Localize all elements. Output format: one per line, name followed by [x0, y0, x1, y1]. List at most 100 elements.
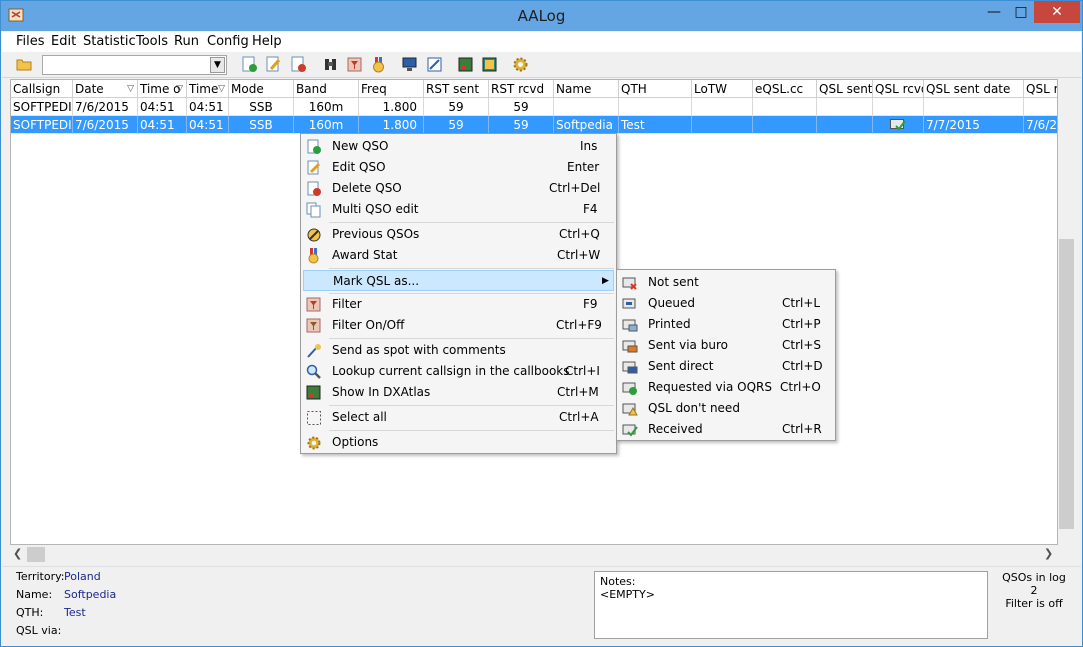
cell-freq: 1.800 [359, 98, 424, 116]
award-icon[interactable] [370, 56, 387, 73]
column-header[interactable]: QTH [619, 80, 692, 98]
cell-eqsl [753, 116, 817, 134]
new-qso-icon[interactable] [241, 56, 258, 73]
chevron-right-icon: ▶ [602, 276, 609, 286]
menu-help[interactable]: Help [252, 34, 282, 49]
menu-separator [329, 268, 614, 269]
column-header[interactable]: Time o ▽ [138, 80, 187, 98]
column-header[interactable]: QSL rcvd [873, 80, 924, 98]
filter-icon [306, 297, 321, 312]
menu-tools[interactable]: Tools [136, 34, 168, 49]
menu-item-show-dxatlas[interactable]: Show In DXAtlas Ctrl+M [303, 382, 614, 403]
chevron-down-icon[interactable]: ▼ [210, 57, 225, 73]
menu-item-filter[interactable]: Filter F9 [303, 294, 614, 315]
menu-item-options[interactable]: Options [303, 432, 614, 453]
table-row[interactable]: SOFTPEDIA 7/6/2015 04:51 04:51 SSB 160m … [11, 98, 1057, 116]
lookup-icon [306, 364, 321, 379]
notes-box[interactable]: Notes: <EMPTY> [594, 571, 988, 639]
menu-item-filter-toggle[interactable]: Filter On/Off Ctrl+F9 [303, 315, 614, 336]
column-header[interactable]: RST rcvd [489, 80, 554, 98]
menu-item-shortcut: Ctrl+P [782, 317, 821, 331]
filter-icon[interactable] [346, 56, 363, 73]
submenu-item-printed[interactable]: Printed Ctrl+P [619, 314, 833, 335]
menu-config[interactable]: Config [207, 34, 249, 49]
cell-callsign: SOFTPEDIA [11, 116, 73, 134]
search-log-icon[interactable] [322, 56, 339, 73]
spot-icon [307, 344, 321, 358]
submenu-item-sent-direct[interactable]: Sent direct Ctrl+D [619, 356, 833, 377]
chevron-left-icon[interactable]: ❮ [13, 547, 22, 560]
menu-item-edit-qso[interactable]: Edit QSO Enter [303, 157, 614, 178]
table-row-selected[interactable]: SOFTPEDIA 7/6/2015 04:51 04:51 SSB 160m … [11, 116, 1057, 134]
menu-item-label: Queued [648, 296, 696, 310]
open-folder-icon[interactable] [16, 56, 33, 73]
submenu-item-not-needed[interactable]: QSL don't need [619, 398, 833, 419]
menu-item-label: Select all [332, 410, 387, 424]
chevron-right-icon[interactable]: ❯ [1044, 547, 1053, 560]
monitor-icon[interactable] [401, 56, 418, 73]
qsos-count: 2 [1030, 584, 1038, 597]
menu-item-label: Lookup current callsign in the callbooks [332, 364, 570, 378]
column-header[interactable]: RST sent [424, 80, 489, 98]
column-header[interactable]: Mode [229, 80, 294, 98]
submenu-item-requested-oqrs[interactable]: Requested via OQRS Ctrl+O [619, 377, 833, 398]
minimize-button[interactable]: — [980, 1, 1008, 23]
delete-qso-icon[interactable] [290, 56, 307, 73]
menu-item-label: New QSO [332, 139, 389, 153]
options-icon[interactable] [512, 56, 529, 73]
column-header[interactable]: Date ▽ [73, 80, 138, 98]
menu-item-award-stat[interactable]: Award Stat Ctrl+W [303, 245, 614, 266]
maximize-button[interactable]: □ [1007, 1, 1035, 23]
menu-edit[interactable]: Edit [51, 34, 76, 49]
menu-item-lookup-callsign[interactable]: Lookup current callsign in the callbooks… [303, 361, 614, 382]
menu-run[interactable]: Run [174, 34, 199, 49]
menu-item-send-spot[interactable]: Send as spot with comments [303, 340, 614, 361]
column-header[interactable]: QSL sent date [924, 80, 1024, 98]
submenu-item-not-sent[interactable]: Not sent [619, 272, 833, 293]
log-selector-combo[interactable]: ▼ [42, 55, 227, 75]
submenu-item-queued[interactable]: Queued Ctrl+L [619, 293, 833, 314]
title-bar[interactable]: AALog — □ ✕ [1, 1, 1082, 31]
column-header[interactable]: QSL sent [817, 80, 873, 98]
menu-item-mark-qsl[interactable]: Mark QSL as... ▶ [303, 270, 614, 291]
dxatlas-icon[interactable] [457, 56, 474, 73]
menu-files[interactable]: Files [16, 34, 45, 49]
menu-item-select-all[interactable]: Select all Ctrl+A [303, 407, 614, 428]
menu-item-label: Delete QSO [332, 181, 402, 195]
cell-qsl-sent-date: 7/7/2015 [924, 116, 1024, 134]
column-header[interactable]: Band [294, 80, 359, 98]
qsl-received-icon [622, 424, 638, 437]
name-value: Softpedia [64, 588, 117, 601]
notes-label: Notes: [600, 575, 636, 588]
menu-item-delete-qso[interactable]: Delete QSO Ctrl+Del [303, 178, 614, 199]
scroll-thumb[interactable] [1059, 239, 1074, 529]
scroll-thumb[interactable] [27, 547, 45, 562]
submenu-item-received[interactable]: Received Ctrl+R [619, 419, 833, 440]
column-header[interactable]: Name [554, 80, 619, 98]
submenu-item-sent-via-buro[interactable]: Sent via buro Ctrl+S [619, 335, 833, 356]
column-header[interactable]: LoTW [692, 80, 753, 98]
close-button[interactable]: ✕ [1034, 1, 1080, 23]
column-header[interactable]: Time ▽ [187, 80, 229, 98]
menu-item-multi-edit[interactable]: Multi QSO edit F4 [303, 199, 614, 220]
column-header[interactable]: QSL rc [1024, 80, 1057, 98]
column-header-label: eQSL.cc [755, 82, 804, 96]
qth-label: QTH: [16, 606, 44, 619]
menu-item-previous-qsos[interactable]: Previous QSOs Ctrl+Q [303, 224, 614, 245]
qsl-printed-icon [622, 319, 638, 332]
column-header[interactable]: Callsign [11, 80, 73, 98]
menu-item-label: QSL don't need [648, 401, 740, 415]
chart-icon[interactable] [426, 56, 443, 73]
column-header[interactable]: eQSL.cc [753, 80, 817, 98]
menu-item-shortcut: Enter [567, 160, 600, 174]
menu-item-shortcut: F4 [583, 202, 598, 216]
edit-qso-icon[interactable] [265, 56, 282, 73]
column-header-label: RST sent [426, 82, 480, 96]
horizontal-scrollbar[interactable]: ❮ ❯ [10, 546, 1058, 563]
menu-statistic[interactable]: Statistic [83, 34, 136, 49]
cell-eqsl [753, 98, 817, 116]
column-header[interactable]: Freq [359, 80, 424, 98]
map-icon[interactable] [481, 56, 498, 73]
vertical-scrollbar[interactable] [1058, 79, 1075, 545]
menu-item-new-qso[interactable]: New QSO Ins [303, 136, 614, 157]
